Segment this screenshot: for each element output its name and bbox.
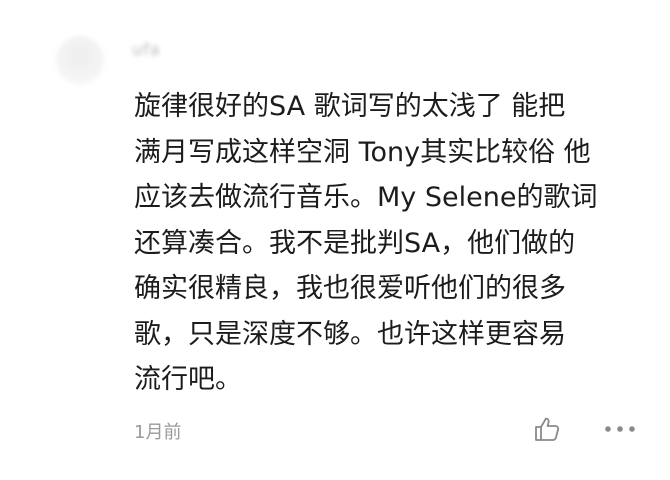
- comment-line: 歌，只是深度不够。也许这样更容易: [134, 318, 566, 350]
- comment-text: 旋律很好的SA 歌词写的太浅了 能把 满月写成这样空洞 Tony其实比较俗 他 …: [134, 84, 624, 403]
- username[interactable]: ufa: [132, 40, 161, 59]
- comment-line: 满月写成这样空洞 Tony其实比较俗 他: [134, 136, 591, 168]
- comment-line: 旋律很好的SA 歌词写的太浅了 能把: [134, 91, 566, 122]
- comment-line: 确实很精良，我也很爱听他们的很多: [134, 273, 566, 304]
- thumbs-up-outline-icon: [535, 417, 560, 441]
- timestamp: 1月前: [134, 422, 182, 443]
- more-button[interactable]: [600, 416, 640, 442]
- like-button[interactable]: [530, 412, 564, 446]
- avatar[interactable]: [56, 36, 104, 84]
- comment-line: 应该去做流行音乐。My Selene的歌词: [134, 182, 598, 213]
- comment-line: 流行吧。: [134, 364, 242, 395]
- comment-line: 还算凑合。我不是批判SA，他们做的: [134, 227, 576, 259]
- comment-card: ufa 旋律很好的SA 歌词写的太浅了 能把 满月写成这样空洞 Tony其实比较…: [0, 0, 670, 480]
- more-dots-icon: [605, 426, 635, 432]
